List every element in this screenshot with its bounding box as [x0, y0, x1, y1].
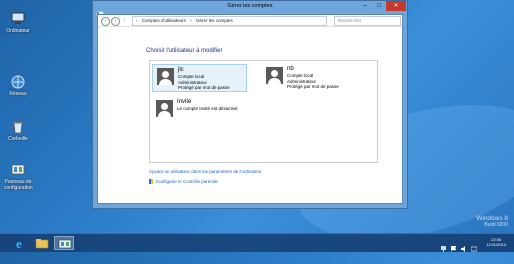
address-bar[interactable]: › Comptes d'utilisateurs › Gérer les com… — [132, 16, 327, 26]
folder-icon — [35, 239, 49, 249]
account-status: Protégé par mot de passe — [287, 84, 339, 89]
search-input[interactable]: Rechercher — [334, 16, 401, 26]
back-button[interactable]: ‹ — [101, 17, 110, 26]
parental-control-link[interactable]: Configurer le Contrôle parental — [149, 179, 218, 185]
windows-watermark: Windows 8 Build 9200 — [476, 215, 508, 229]
computer-icon — [11, 12, 25, 26]
manage-accounts-window: Gérer les comptes – □ ✕ ‹ › ↑ › Comptes … — [92, 0, 408, 209]
breadcrumb-separator: › — [136, 18, 138, 23]
recycle-bin-icon — [11, 120, 25, 134]
account-type: Le compte Invité est désactivé — [177, 106, 238, 111]
user-avatar-icon — [156, 100, 173, 117]
desktop-icon-computer[interactable]: Ordinateur — [4, 12, 32, 34]
system-clock[interactable]: 22:06 11/11/2014 — [487, 237, 506, 247]
shield-icon — [149, 179, 153, 185]
control-panel-icon — [58, 239, 72, 249]
page-heading: Choisir l'utilisateur à modifier — [146, 48, 223, 54]
internet-explorer-button[interactable]: e — [12, 236, 30, 251]
watermark-edition: Windows 8 — [476, 215, 508, 222]
network-icon — [11, 75, 25, 89]
clock-date: 11/11/2014 — [486, 242, 506, 247]
desktop-icon-network[interactable]: Réseau — [4, 75, 32, 97]
account-tile-guest[interactable]: Invité Le compte Invité est désactivé — [152, 97, 245, 123]
account-name: Invité — [177, 99, 192, 105]
desktop-icon-recycle-bin[interactable]: Corbeille — [4, 120, 32, 142]
internet-explorer-icon: e — [16, 236, 22, 251]
desktop-icon-label: Panneau de configuration — [4, 179, 33, 191]
up-button[interactable]: ↑ — [121, 17, 128, 24]
parental-control-label: Configurer le Contrôle parental — [156, 179, 218, 184]
desktop-icon-label: Ordinateur — [6, 28, 30, 34]
breadcrumb-item[interactable]: Comptes d'utilisateurs — [142, 18, 186, 23]
watermark-build: Build 9200 — [484, 222, 508, 228]
breadcrumb-separator: › — [190, 18, 192, 23]
account-name: jlc — [178, 67, 184, 73]
accounts-list: jlc Compte local Administrateur Protégé … — [149, 60, 378, 163]
desktop-icon-control-panel[interactable]: Panneau de configuration — [4, 163, 33, 191]
user-avatar-icon — [157, 68, 174, 85]
user-avatar-icon — [266, 67, 283, 84]
taskbar: e 22:06 11/11/2014 — [0, 233, 514, 252]
navigation-toolbar: ‹ › ↑ › Comptes d'utilisateurs › Gérer l… — [98, 15, 402, 27]
control-panel-taskbar-button[interactable] — [54, 236, 74, 250]
network-tray-icon[interactable] — [441, 239, 446, 252]
close-button[interactable]: ✕ — [386, 1, 406, 11]
volume-tray-icon[interactable] — [461, 239, 466, 252]
control-panel-icon — [11, 163, 25, 177]
file-explorer-button[interactable] — [33, 236, 51, 250]
account-tile-jlc[interactable]: jlc Compte local Administrateur Protégé … — [152, 64, 247, 92]
title-bar[interactable]: Gérer les comptes – □ ✕ — [93, 1, 407, 18]
maximize-button[interactable]: □ — [372, 1, 386, 11]
forward-button[interactable]: › — [111, 17, 120, 26]
minimize-button[interactable]: – — [358, 1, 372, 11]
desktop-icon-label: Corbeille — [8, 136, 28, 142]
window-content: ‹ › ↑ › Comptes d'utilisateurs › Gérer l… — [97, 14, 403, 204]
account-status: Protégé par mot de passe — [178, 85, 230, 90]
account-tile-nb[interactable]: nb Compte local Administrateur Protégé p… — [262, 64, 355, 90]
desktop-icon-label: Réseau — [9, 91, 27, 97]
add-user-link[interactable]: Ajouter un utilisateur dans les paramètr… — [149, 169, 262, 174]
svg-text:e: e — [16, 236, 22, 250]
keyboard-tray-icon[interactable] — [470, 239, 478, 252]
flag-tray-icon[interactable] — [450, 239, 457, 252]
breadcrumb-item[interactable]: Gérer les comptes — [196, 18, 233, 23]
account-name: nb — [287, 66, 294, 72]
